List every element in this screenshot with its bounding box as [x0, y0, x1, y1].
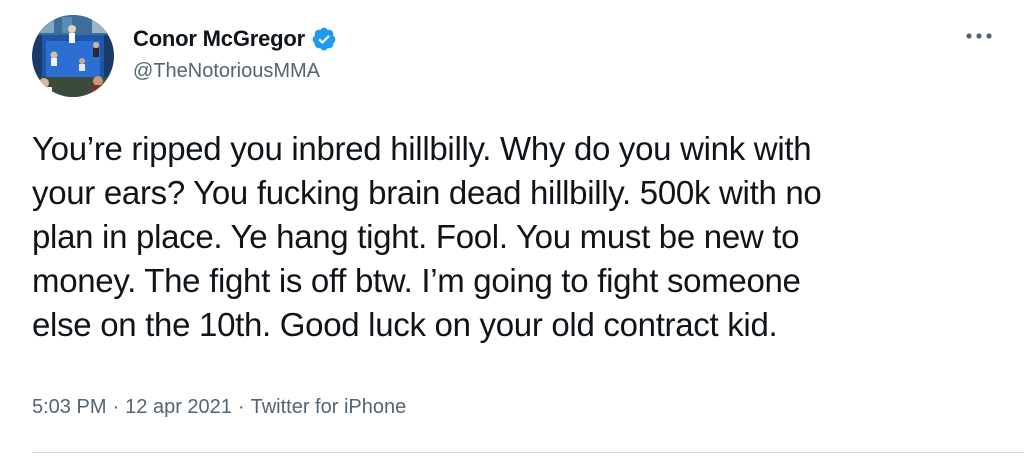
divider	[32, 452, 1024, 453]
verified-badge-icon	[311, 26, 337, 52]
author-name-row[interactable]: Conor McGregor	[133, 24, 337, 54]
meta-separator: ·	[112, 396, 120, 418]
more-dots-icon[interactable]	[962, 22, 996, 50]
tweet-meta: 5:03 PM · 12 apr 2021 · Twitter for iPho…	[32, 396, 406, 419]
tweet-time[interactable]: 5:03 PM	[32, 396, 106, 419]
avatar[interactable]	[32, 15, 114, 97]
tweet-date[interactable]: 12 apr 2021	[125, 396, 232, 419]
tweet-text: You’re ripped you inbred hillbilly. Why …	[32, 130, 822, 343]
tweet-source[interactable]: Twitter for iPhone	[251, 396, 407, 419]
author-display-name[interactable]: Conor McGregor	[133, 26, 305, 52]
author-handle[interactable]: @TheNotoriousMMA	[133, 60, 320, 83]
tweet-card: Conor McGregor @TheNotoriousMMA You’re r…	[0, 0, 1024, 463]
meta-separator: ·	[237, 396, 245, 418]
